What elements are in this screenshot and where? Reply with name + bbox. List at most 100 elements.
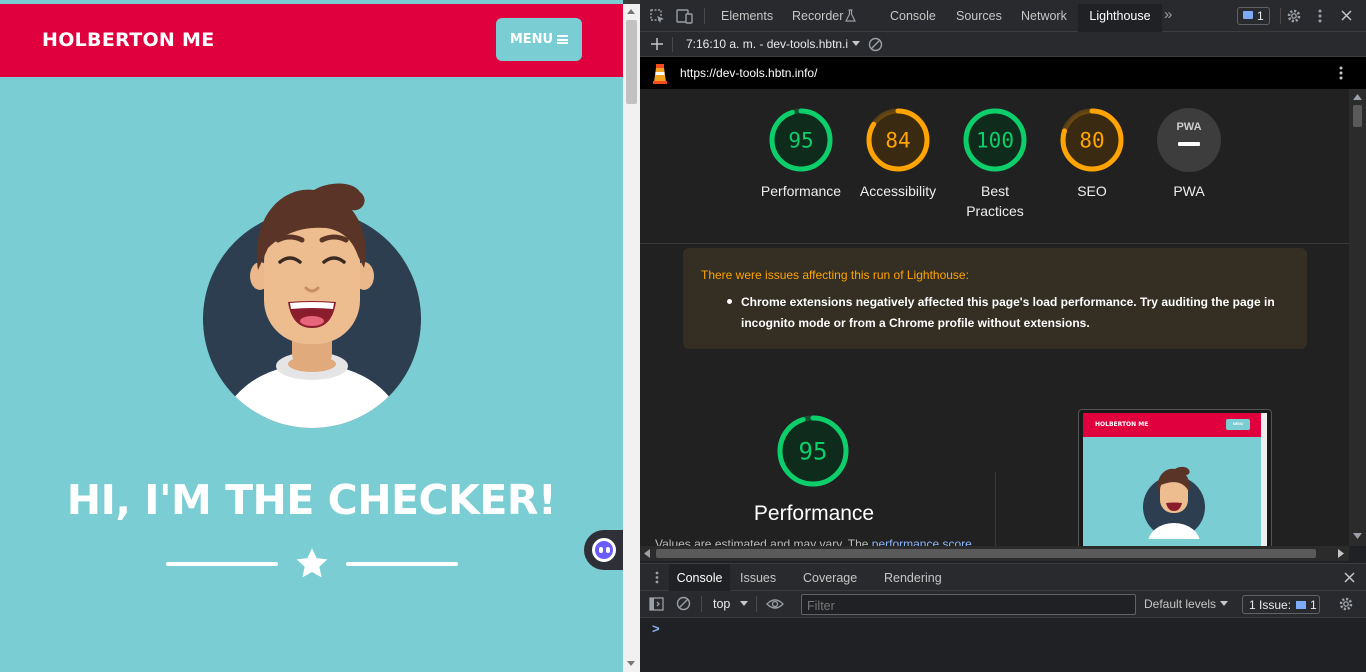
- issue-message-icon: [1296, 601, 1307, 609]
- more-tabs-chevron-icon[interactable]: »: [1164, 6, 1172, 23]
- run-warnings-box: There were issues affecting this run of …: [683, 248, 1307, 349]
- drawer-tab-issues[interactable]: Issues: [740, 571, 776, 585]
- issues-badge[interactable]: 1: [1237, 7, 1270, 25]
- performance-note-text: Values are estimated and may vary. The: [655, 537, 872, 546]
- clear-all-block-icon[interactable]: [868, 37, 883, 52]
- audited-url[interactable]: https://dev-tools.hbtn.info/: [680, 66, 817, 80]
- gauge-score-value: 95: [799, 438, 828, 466]
- toolbar-divider: [704, 8, 705, 24]
- tab-elements[interactable]: Elements: [721, 9, 773, 23]
- score-gauge-pwa[interactable]: PWA PWA: [1139, 107, 1239, 201]
- warning-title: There were issues affecting this run of …: [701, 268, 969, 282]
- performance-gauge-large[interactable]: 95: [776, 414, 850, 488]
- warning-item: Chrome extensions negatively affected th…: [741, 295, 1275, 330]
- toolbar-divider: [756, 596, 757, 612]
- star-icon: [296, 548, 328, 578]
- thumbnail-header: HOLBERTON ME MENU: [1083, 413, 1267, 437]
- drawer-menu-kebab-icon[interactable]: [655, 571, 659, 584]
- close-devtools-icon[interactable]: [1341, 10, 1352, 21]
- chevron-down-icon: [740, 601, 749, 606]
- issues-counter-label: 1 Issue:: [1249, 598, 1292, 612]
- report-vertical-scrollbar[interactable]: [1349, 89, 1366, 546]
- devtools-panel: Elements Recorder Console Sources Networ…: [640, 0, 1366, 672]
- report-menu-kebab-icon[interactable]: [1339, 66, 1343, 80]
- drawer-tab-console[interactable]: Console: [669, 564, 730, 591]
- context-value: top: [713, 597, 731, 611]
- console-filter-input[interactable]: [801, 594, 1136, 615]
- context-select[interactable]: top: [713, 597, 749, 611]
- drawer-tab-bar: Console Issues Coverage Rendering: [640, 563, 1366, 591]
- toolbar-divider: [701, 596, 702, 612]
- new-report-plus-icon[interactable]: [651, 38, 663, 50]
- device-toolbar-icon[interactable]: [676, 9, 693, 24]
- scroll-down-arrow-icon[interactable]: [627, 661, 635, 666]
- console-settings-gear-icon[interactable]: [1338, 596, 1354, 612]
- lighthouse-report: 95 Performance 84 Accessibility 100 Best…: [640, 89, 1349, 546]
- live-expression-eye-icon[interactable]: [766, 598, 784, 610]
- score-gauge-accessibility[interactable]: 84 Accessibility: [848, 107, 948, 201]
- issues-badge-count: 1: [1257, 9, 1264, 23]
- gauge-label: SEO: [1077, 183, 1107, 199]
- page-scrollbar[interactable]: [623, 4, 640, 672]
- score-gauge-best-practices[interactable]: 100 Best Practices: [945, 107, 1045, 221]
- score-gauge-performance[interactable]: 95 Performance: [751, 107, 851, 201]
- performance-note: Values are estimated and may vary. The p…: [655, 537, 972, 546]
- tab-network[interactable]: Network: [1021, 9, 1067, 23]
- experiment-flask-icon: [845, 9, 856, 22]
- drawer-tab-coverage[interactable]: Coverage: [803, 571, 857, 585]
- score-gauge-seo[interactable]: 80 SEO: [1042, 107, 1142, 201]
- thumbnail-brand: HOLBERTON ME: [1095, 421, 1149, 428]
- tab-recorder[interactable]: Recorder: [792, 9, 843, 23]
- thumbnail-frame: HOLBERTON ME MENU: [1083, 413, 1267, 546]
- gauge-ring: 100: [963, 108, 1027, 172]
- clear-console-icon[interactable]: [676, 596, 691, 611]
- scroll-up-arrow-icon[interactable]: [627, 9, 635, 14]
- scroll-up-arrow-icon[interactable]: [1353, 94, 1362, 100]
- tab-console[interactable]: Console: [890, 9, 936, 23]
- gauge-ring: 80: [1060, 108, 1124, 172]
- gauge-label: Performance: [760, 183, 842, 199]
- toolbar-divider: [672, 37, 673, 52]
- report-hscrollbar-thumb[interactable]: [656, 549, 1316, 558]
- thumbnail-menu: MENU: [1226, 419, 1250, 430]
- report-select-dropdown[interactable]: 7:16:10 a. m. - dev-tools.hbtn.i: [686, 37, 861, 51]
- scroll-left-arrow-icon[interactable]: [644, 549, 650, 558]
- website-viewport: HOLBERTON ME MENU HI, I'M THE CHECKER!: [0, 0, 623, 672]
- pwa-badge: PWA: [1157, 108, 1221, 172]
- final-screenshot-thumbnail[interactable]: HOLBERTON ME MENU: [1078, 409, 1272, 546]
- gauge-score-value: 80: [1079, 129, 1104, 153]
- scroll-right-arrow-icon[interactable]: [1338, 549, 1344, 558]
- more-options-kebab-icon[interactable]: [1318, 9, 1322, 23]
- hero-title: HI, I'M THE CHECKER!: [66, 476, 557, 524]
- menu-button[interactable]: MENU: [496, 18, 582, 61]
- tab-sources[interactable]: Sources: [956, 9, 1002, 23]
- tab-lighthouse[interactable]: Lighthouse: [1078, 4, 1162, 32]
- gauge-score-value: 100: [976, 129, 1014, 153]
- inspect-element-icon[interactable]: [650, 9, 665, 24]
- report-scrollbar-thumb[interactable]: [1353, 105, 1362, 127]
- console-issues-counter[interactable]: 1 Issue: 1: [1242, 595, 1320, 614]
- log-levels-label: Default levels: [1144, 597, 1217, 611]
- settings-gear-icon[interactable]: [1286, 8, 1302, 24]
- scroll-down-arrow-icon[interactable]: [1353, 533, 1362, 539]
- devtools-tab-bar: Elements Recorder Console Sources Networ…: [640, 0, 1366, 32]
- chevron-down-icon: [1220, 601, 1229, 606]
- drawer-tab-rendering[interactable]: Rendering: [884, 571, 942, 585]
- divider-line-left: [166, 562, 278, 566]
- site-brand[interactable]: HOLBERTON ME: [42, 29, 215, 51]
- log-levels-dropdown[interactable]: Default levels: [1144, 597, 1229, 611]
- extension-face-icon: [592, 538, 616, 562]
- close-drawer-icon[interactable]: [1344, 572, 1355, 583]
- gauge-score-value: 95: [788, 129, 813, 153]
- lighthouse-logo-icon: [653, 64, 667, 84]
- gauge-ring: 95: [769, 108, 833, 172]
- console-toolbar: top Default levels 1 Issue: 1: [640, 591, 1366, 618]
- report-horizontal-scrollbar[interactable]: [640, 546, 1349, 561]
- thumbnail-avatar: [1143, 466, 1205, 539]
- page-scrollbar-thumb[interactable]: [626, 20, 637, 104]
- site-header: HOLBERTON ME MENU: [0, 4, 623, 77]
- performance-score-link[interactable]: performance score: [872, 537, 972, 546]
- gauge-score-value: 84: [885, 129, 910, 153]
- sidebar-toggle-icon[interactable]: [649, 597, 664, 611]
- console-prompt-icon[interactable]: >: [652, 621, 660, 636]
